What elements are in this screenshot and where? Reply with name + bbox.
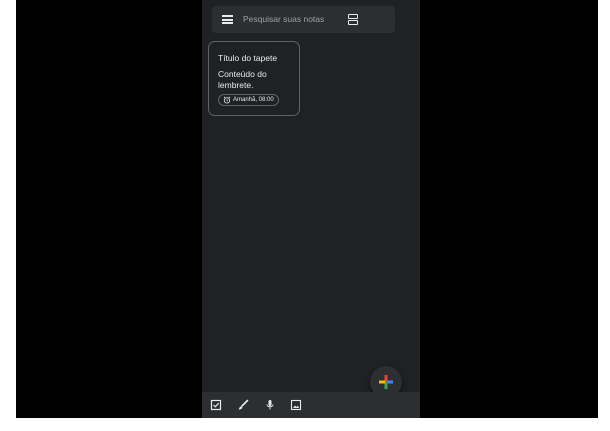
bottom-toolbar [202, 392, 420, 418]
image-icon[interactable] [290, 399, 302, 411]
reminder-time: Amanhã, 08:00 [233, 97, 274, 103]
screen-frame: Pesquisar suas notas Título do tapete Co… [16, 0, 598, 418]
note-body: Conteúdo do lembrete. [218, 69, 267, 90]
reminder-chip[interactable]: Amanhã, 08:00 [218, 94, 279, 106]
search-input[interactable]: Pesquisar suas notas [243, 14, 324, 24]
keep-app-screen: Pesquisar suas notas Título do tapete Co… [202, 0, 420, 418]
mic-icon[interactable] [264, 399, 276, 411]
checkbox-icon[interactable] [210, 399, 222, 411]
menu-icon[interactable] [222, 15, 233, 24]
list-view-icon[interactable] [348, 14, 358, 25]
brush-icon[interactable] [237, 399, 249, 411]
search-bar[interactable]: Pesquisar suas notas [212, 6, 395, 33]
note-card[interactable]: Título do tapete Conteúdo do lembrete. A… [208, 41, 300, 116]
note-title: Título do tapete [218, 53, 278, 63]
plus-icon [379, 375, 393, 389]
alarm-icon [223, 96, 231, 104]
